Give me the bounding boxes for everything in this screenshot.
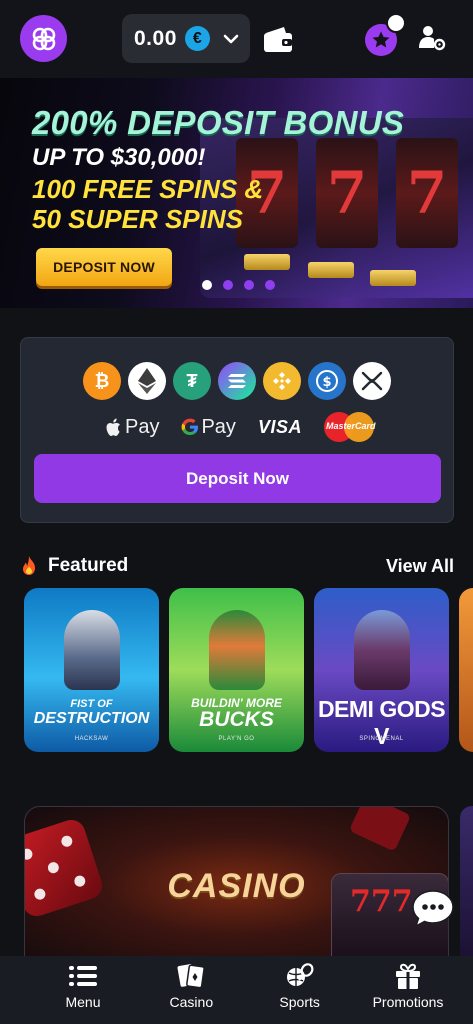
carousel-indicators <box>202 280 275 290</box>
euro-icon: € <box>184 26 210 51</box>
google-icon <box>182 418 199 435</box>
tether-icon: ₮ <box>173 362 211 400</box>
game-art <box>354 610 410 690</box>
reel-illustration: 7 <box>316 138 378 248</box>
balance-selector[interactable]: 0.00 € <box>122 14 250 63</box>
game-provider: SPINOMENAL <box>359 736 404 742</box>
next-category-card-partial[interactable] <box>460 806 473 966</box>
google-pay-logo: Pay <box>181 415 236 439</box>
casino-home-page: 0.00 € 7 7 7 200% DEPOSIT BONUS UP TO $3… <box>0 0 473 1024</box>
casino-category-card[interactable]: CASINO 777 <box>24 806 449 966</box>
bitcoin-icon: ₿ <box>83 362 121 400</box>
reel-illustration: 7 <box>396 138 458 248</box>
menu-icon <box>69 966 97 986</box>
game-title: DESTRUCTION <box>33 710 150 727</box>
game-card[interactable]: BUILDIN' MORE BUCKS PLAY'N GO <box>169 588 304 752</box>
view-all-link[interactable]: View All <box>386 556 454 577</box>
solana-icon <box>218 362 256 400</box>
usdc-icon: $ <box>308 362 346 400</box>
deposit-now-button[interactable]: Deposit Now <box>34 454 441 503</box>
nav-item-casino[interactable]: Casino <box>146 956 236 1024</box>
payment-methods-card: ₿ ₮ $ Pay Pay VISA MasterCard Deposit No… <box>20 337 454 523</box>
gold-bar-decoration <box>244 254 290 270</box>
google-pay-label: Pay <box>201 415 236 438</box>
top-bar: 0.00 € <box>0 0 473 78</box>
cards-icon <box>177 964 206 989</box>
slot-777-text: 777 <box>350 884 413 919</box>
gift-icon <box>395 963 420 989</box>
nav-label: Promotions <box>372 994 444 1010</box>
nav-label: Casino <box>169 994 214 1010</box>
apple-icon <box>106 418 120 436</box>
crypto-icons: ₿ ₮ $ <box>83 362 391 400</box>
nav-item-promotions[interactable]: Promotions <box>363 956 453 1024</box>
bottom-navigation: Menu Casino Sports Promotions <box>0 956 473 1024</box>
logo-icon <box>32 27 55 50</box>
svg-text:$: $ <box>322 375 331 390</box>
chevron-down-icon <box>223 34 239 43</box>
wallet-icon[interactable] <box>262 24 294 54</box>
carousel-dot[interactable] <box>244 280 254 290</box>
fire-icon <box>23 556 35 575</box>
bnb-icon <box>263 362 301 400</box>
sports-icon <box>286 963 314 986</box>
nav-label: Sports <box>279 994 320 1010</box>
balance-amount: 0.00 <box>134 26 177 50</box>
xrp-icon <box>353 362 391 400</box>
featured-header: Featured View All <box>20 552 454 580</box>
game-art <box>64 610 120 690</box>
game-card-partial[interactable] <box>459 588 473 752</box>
banner-subheadline: UP TO $30,000! <box>32 144 206 171</box>
chat-icon[interactable] <box>410 888 456 930</box>
logo[interactable] <box>20 15 67 62</box>
featured-title: Featured <box>20 555 128 577</box>
game-title: BUCKS <box>199 708 274 731</box>
game-title-top: FIST OF <box>70 698 113 710</box>
game-provider: HACKSAW <box>74 736 109 742</box>
user-settings-icon[interactable] <box>418 24 446 52</box>
featured-label: Featured <box>48 555 129 576</box>
carousel-dot[interactable] <box>223 280 233 290</box>
gold-bar-decoration <box>370 270 416 286</box>
banner-headline: 200% DEPOSIT BONUS <box>32 104 405 141</box>
game-card[interactable]: DEMI GODS V SPINOMENAL <box>314 588 449 752</box>
game-art <box>209 610 265 690</box>
banner-deposit-button[interactable]: DEPOSIT NOW <box>36 248 172 286</box>
mastercard-logo: MasterCard <box>323 412 376 442</box>
game-card[interactable]: FIST OF DESTRUCTION HACKSAW <box>24 588 159 752</box>
banner-free-spins: 100 FREE SPINS & <box>32 174 264 204</box>
carousel-dot[interactable] <box>265 280 275 290</box>
nav-item-menu[interactable]: Menu <box>38 956 128 1024</box>
banner-super-spins: 50 SUPER SPINS <box>32 204 243 234</box>
ethereum-icon <box>128 362 166 400</box>
gold-bar-decoration <box>308 262 354 278</box>
nav-item-sports[interactable]: Sports <box>255 956 345 1024</box>
promo-banner[interactable]: 7 7 7 200% DEPOSIT BONUS UP TO $30,000! … <box>0 78 473 308</box>
apple-pay-logo: Pay <box>105 416 159 439</box>
game-provider: PLAY'N GO <box>218 736 255 742</box>
star-icon <box>372 31 390 48</box>
apple-pay-label: Pay <box>125 415 160 438</box>
notification-dot <box>386 13 406 33</box>
payment-providers: Pay Pay VISA MasterCard <box>105 412 376 442</box>
featured-games-carousel: FIST OF DESTRUCTION HACKSAW BUILDIN' MOR… <box>24 588 473 752</box>
mastercard-label: MasterCard <box>325 421 376 431</box>
carousel-dot-active[interactable] <box>202 280 212 290</box>
nav-label: Menu <box>65 994 101 1010</box>
visa-logo: VISA <box>257 416 302 437</box>
gem-illustration <box>348 807 412 852</box>
